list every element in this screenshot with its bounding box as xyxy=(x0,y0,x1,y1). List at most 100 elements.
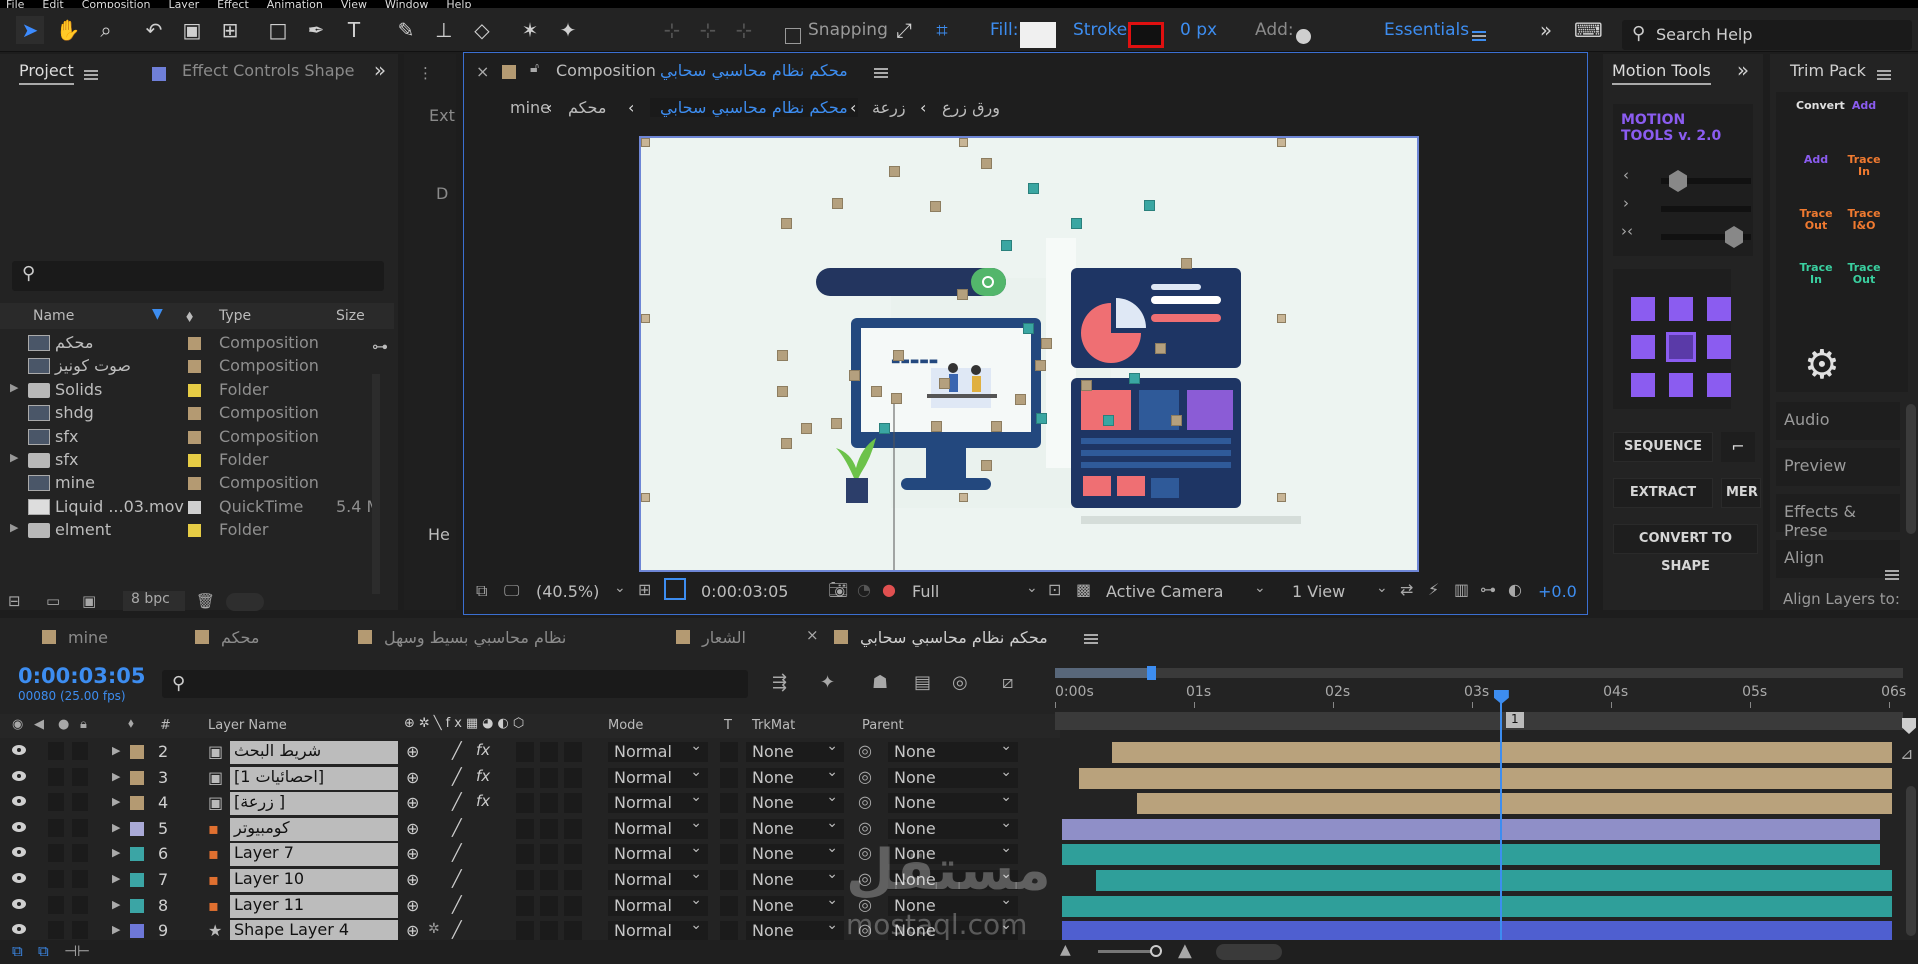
blend-mode-dropdown[interactable]: Normal xyxy=(608,866,708,890)
project-search-input[interactable]: ⚲ xyxy=(12,261,384,291)
timeline-zoom-slider[interactable] xyxy=(1098,950,1158,953)
col-trkmat[interactable]: TrkMat xyxy=(752,718,795,733)
path-vertex-handle[interactable] xyxy=(849,370,860,381)
layer-switch-box[interactable] xyxy=(564,870,582,890)
path-vertex-handle[interactable] xyxy=(777,350,788,361)
visibility-eye-icon[interactable] xyxy=(12,847,26,858)
zoom-dropdown-arrow-icon[interactable]: ⌄ xyxy=(614,580,626,596)
timeline-icon[interactable]: ▥ xyxy=(1454,580,1469,599)
blend-mode-dropdown[interactable]: Normal xyxy=(608,815,708,839)
timeline-horizontal-scrollbar[interactable] xyxy=(1216,944,1282,960)
blend-mode-dropdown[interactable]: Normal xyxy=(608,764,708,788)
anchor-point-button[interactable] xyxy=(1631,335,1655,359)
layer-switch-box[interactable] xyxy=(564,895,582,916)
color-channels-icon[interactable]: ● xyxy=(882,580,896,599)
expand-triangle-icon[interactable]: ▶ xyxy=(112,744,120,757)
timeline-layer-row[interactable]: ▶ 2 ▣ شريط البحث ⊕ ╱ fx Normal None ◎ None xyxy=(0,738,1060,765)
shy-switch-icon[interactable]: ⊕ xyxy=(406,768,419,787)
anchor-point-button[interactable] xyxy=(1631,297,1655,321)
expand-time-stretch-icon[interactable]: ⊣⊢ xyxy=(64,942,90,960)
quality-switch-icon[interactable]: ╱ xyxy=(452,920,462,939)
layer-label-swatch[interactable] xyxy=(130,796,144,811)
work-area-end-handle[interactable] xyxy=(1147,666,1156,680)
collapsed-panel-grip[interactable]: ⋮ xyxy=(418,64,433,82)
puppet-tool-icon[interactable]: ✦ xyxy=(554,16,582,44)
col-layer-name[interactable]: Layer Name xyxy=(208,718,287,733)
expand-triangle-icon[interactable]: ▶ xyxy=(112,821,120,834)
expand-triangle-icon[interactable]: ▶ xyxy=(112,923,120,936)
timeline-timecode[interactable]: 0:00:03:05 xyxy=(18,664,145,688)
collapsed-panel-tab[interactable]: Effects & Prese xyxy=(1776,494,1900,540)
convert-to-shape-button[interactable]: CONVERT TO SHAPE xyxy=(1613,524,1758,574)
timeline-tab[interactable]: mine xyxy=(42,628,108,647)
blend-mode-dropdown[interactable]: Normal xyxy=(608,789,708,814)
timeline-tab[interactable]: محكم نظام محاسبي سحابي xyxy=(834,628,1048,647)
layer-switch-box[interactable] xyxy=(516,844,534,865)
project-zoom-slider[interactable] xyxy=(226,593,264,611)
layer-switch-box[interactable] xyxy=(516,895,534,916)
solo-switch[interactable] xyxy=(48,921,64,940)
collapsed-panel-tab[interactable]: Audio xyxy=(1776,402,1900,440)
path-vertex-handle[interactable] xyxy=(777,386,788,397)
trim-pack-button[interactable]: Trace In xyxy=(1844,154,1884,178)
comp-canvas[interactable]: ▬▬▬▬▬ xyxy=(639,136,1419,572)
timeline-menu-icon[interactable] xyxy=(1084,634,1098,644)
timeline-tab[interactable]: الشعار xyxy=(676,628,746,647)
blend-mode-dropdown[interactable]: Normal xyxy=(608,892,708,916)
expand-triangle-icon[interactable]: ▶ xyxy=(112,770,120,783)
stroke-width-value[interactable]: 0 px xyxy=(1180,20,1217,40)
lock-switch[interactable] xyxy=(72,895,88,914)
shy-layers-icon[interactable]: ☗ xyxy=(872,672,888,693)
trim-pack-button[interactable]: Trace Out xyxy=(1844,262,1884,286)
col-size[interactable]: Size xyxy=(336,308,365,324)
trim-pack-button[interactable]: Add xyxy=(1844,100,1884,112)
always-preview-icon[interactable]: ⧉ xyxy=(476,581,487,601)
bounding-box-handle[interactable] xyxy=(959,493,968,502)
layer-switch-box[interactable] xyxy=(516,742,534,762)
work-area-track[interactable] xyxy=(1055,668,1903,678)
preserve-transparency-box[interactable] xyxy=(720,895,738,916)
draft-3d-icon[interactable]: ✦ xyxy=(820,672,835,693)
path-vertex-handle[interactable] xyxy=(1028,183,1039,194)
path-vertex-handle[interactable] xyxy=(1041,338,1052,349)
label-tag-icon[interactable]: ⬧ xyxy=(186,306,193,326)
label-color-swatch[interactable] xyxy=(188,500,201,514)
menu-item[interactable]: File xyxy=(6,0,24,8)
layer-duration-bar[interactable] xyxy=(1137,793,1892,815)
path-vertex-handle[interactable] xyxy=(939,378,950,389)
path-vertex-handle[interactable] xyxy=(801,423,812,434)
sequence-button[interactable]: SEQUENCE xyxy=(1613,432,1713,462)
menu-item[interactable]: Layer xyxy=(168,0,199,8)
label-color-swatch[interactable] xyxy=(188,407,201,421)
align-menu-icon[interactable] xyxy=(1885,570,1899,580)
workspace-menu-icon[interactable] xyxy=(1472,31,1486,41)
visibility-eye-icon[interactable] xyxy=(12,898,26,909)
ease-slider-knob[interactable] xyxy=(1669,170,1687,192)
layer-switch-box[interactable] xyxy=(516,767,534,788)
show-snapshot-icon[interactable]: ◔ xyxy=(857,580,871,599)
layer-switch-box[interactable] xyxy=(564,921,582,942)
sort-desc-icon[interactable]: ▼ xyxy=(152,306,163,322)
lock-switch[interactable] xyxy=(72,818,88,837)
layer-switch-box[interactable] xyxy=(564,767,582,788)
solo-switch-icon[interactable]: ● xyxy=(58,717,69,732)
expand-triangle-icon[interactable]: ▶ xyxy=(112,872,120,885)
camera-dropdown[interactable]: Active Camera xyxy=(1106,582,1223,601)
bounding-box-handle[interactable] xyxy=(641,493,650,502)
quality-switch-icon[interactable]: ╱ xyxy=(452,843,462,862)
layer-label-swatch[interactable] xyxy=(130,873,144,887)
mask-visibility-icon[interactable] xyxy=(664,578,686,600)
blend-mode-dropdown[interactable]: Normal xyxy=(608,738,708,762)
track-matte-dropdown[interactable]: None xyxy=(746,917,844,942)
expand-transfer-controls-icon[interactable]: ⧉ xyxy=(38,942,49,960)
layer-duration-bar[interactable] xyxy=(1095,870,1892,891)
path-vertex-handle[interactable] xyxy=(1129,373,1140,384)
project-scroll-track[interactable] xyxy=(372,374,380,594)
path-vertex-handle[interactable] xyxy=(1155,343,1166,354)
tab-project[interactable]: Project xyxy=(19,61,74,85)
lock-switch[interactable] xyxy=(72,793,88,812)
col-mode[interactable]: Mode xyxy=(608,718,643,733)
shy-switch-icon[interactable]: ⊕ xyxy=(406,921,419,940)
toggle-pixel-aspect-icon[interactable]: ⇄ xyxy=(1400,580,1413,599)
timeline-layer-row[interactable]: ▶ 4 ▣ [زرعة ] ⊕ ╱ fx Normal None ◎ None xyxy=(0,789,1060,816)
